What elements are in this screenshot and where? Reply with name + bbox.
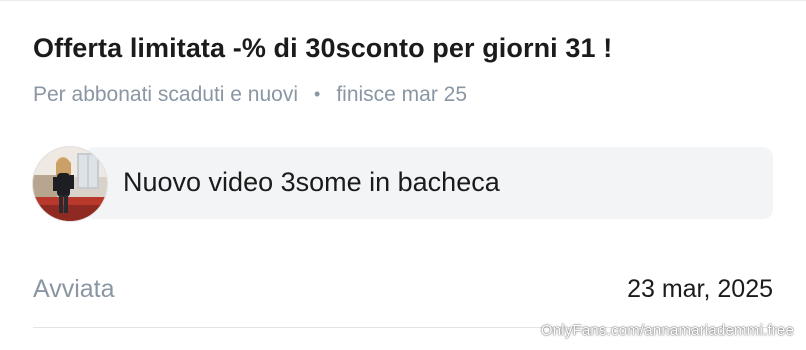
- offer-meta: Per abbonati scaduti e nuovi • finisce m…: [33, 83, 467, 107]
- offer-title: Offerta limitata -% di 30sconto per gior…: [33, 33, 613, 63]
- avatar-photo: [33, 147, 107, 221]
- status-row: Avviata 23 mar, 2025: [33, 272, 773, 306]
- promotion-panel: Offerta limitata -% di 30sconto per gior…: [0, 0, 806, 350]
- offer-audience: Per abbonati scaduti e nuovi: [33, 83, 299, 106]
- creator-avatar-icon[interactable]: [33, 147, 107, 221]
- promo-message[interactable]: Nuovo video 3some in bacheca: [33, 147, 773, 221]
- top-divider: [0, 0, 806, 1]
- watermark: OnlyFans.com/annamariademmi.free: [540, 322, 794, 339]
- status-date: 23 mar, 2025: [627, 274, 773, 303]
- status-label: Avviata: [33, 274, 115, 303]
- message-bubble[interactable]: Nuovo video 3some in bacheca: [85, 147, 773, 219]
- message-text: Nuovo video 3some in bacheca: [123, 167, 500, 197]
- meta-separator: •: [314, 83, 321, 104]
- offer-end-date: finisce mar 25: [336, 83, 468, 106]
